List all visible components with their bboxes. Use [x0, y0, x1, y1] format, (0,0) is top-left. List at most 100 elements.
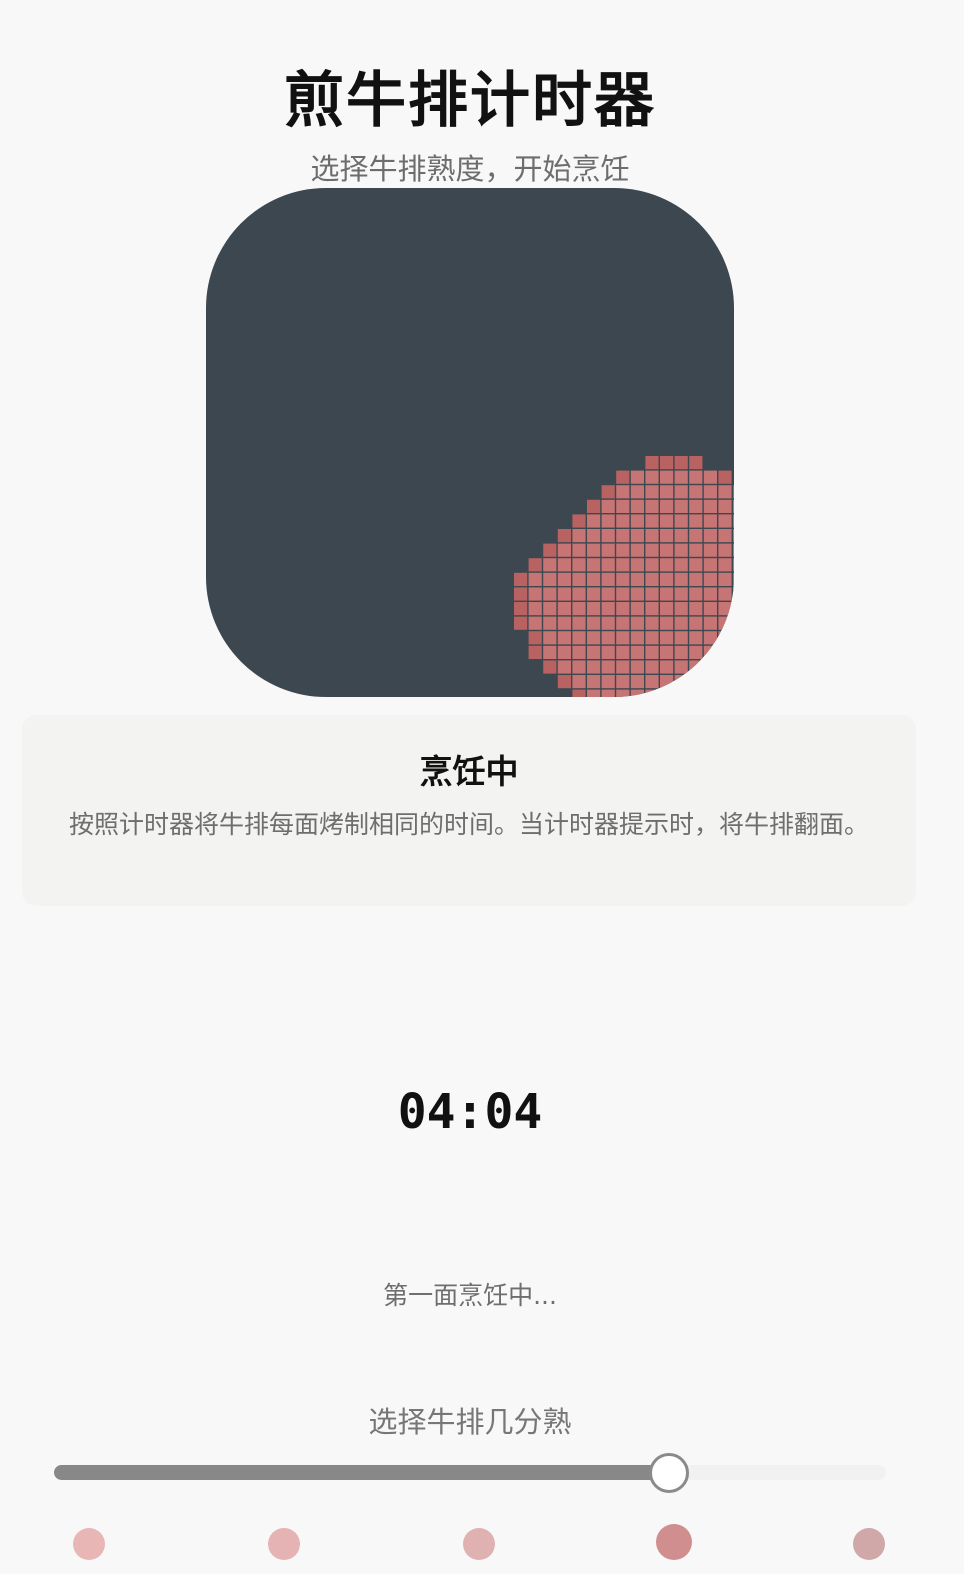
steak-pixel — [616, 514, 630, 528]
doneness-stop-3[interactable] — [463, 1528, 495, 1560]
steak-pixel — [703, 514, 717, 528]
steak-pixel — [543, 660, 557, 674]
steak-pixel — [557, 602, 571, 616]
steak-pixel — [630, 499, 644, 513]
steak-pixel — [689, 689, 703, 697]
steak-pixel — [572, 660, 586, 674]
steak-pixel — [689, 631, 703, 645]
steak-pixel — [601, 572, 615, 586]
steak-pixel — [572, 558, 586, 572]
steak-pixel — [616, 602, 630, 616]
cooking-status: 第一面烹饪中... — [383, 1281, 557, 1310]
steak-pixel — [528, 616, 542, 630]
steak-pixel — [645, 587, 659, 601]
steak-pixel — [616, 558, 630, 572]
steak-pixel — [718, 616, 732, 630]
steak-pixel — [674, 587, 688, 601]
steak-pixel — [630, 631, 644, 645]
steak-pixel — [718, 689, 732, 697]
steak-pixel — [587, 587, 601, 601]
steak-pixel — [557, 529, 571, 543]
steak-pixel — [572, 689, 586, 697]
steak-pixel — [703, 543, 717, 557]
steak-pixel — [514, 572, 528, 586]
steak-pixel — [616, 499, 630, 513]
steak-pixel — [703, 587, 717, 601]
steak-pixel — [660, 587, 674, 601]
steak-pixel — [645, 558, 659, 572]
steak-pixel — [718, 514, 732, 528]
steak-pixel — [601, 675, 615, 689]
steak-pixel — [660, 689, 674, 697]
steak-pixel — [543, 572, 557, 586]
steak-pixel — [616, 587, 630, 601]
steak-pixel — [660, 543, 674, 557]
steak-pixel — [674, 645, 688, 659]
steak-pixel — [557, 631, 571, 645]
steak-pixel — [645, 543, 659, 557]
steak-pixel — [703, 572, 717, 586]
cooking-info-card: 烹饪中 按照计时器将牛排每面烤制相同的时间。当计时器提示时，将牛排翻面。 — [22, 715, 916, 906]
steak-pixel — [718, 572, 732, 586]
steak-pixel — [689, 485, 703, 499]
steak-pixel — [660, 572, 674, 586]
steak-pixel — [587, 631, 601, 645]
steak-pixel — [689, 514, 703, 528]
doneness-stop-1[interactable] — [73, 1528, 105, 1560]
steak-pixel — [733, 660, 734, 674]
steak-pixel — [703, 660, 717, 674]
steak-pixel — [601, 631, 615, 645]
steak-pixel — [528, 572, 542, 586]
steak-pixel — [572, 543, 586, 557]
steak-pixel — [645, 616, 659, 630]
steak-pixel — [543, 631, 557, 645]
steak-pixel — [557, 572, 571, 586]
steak-pixel — [674, 485, 688, 499]
steak-pixel — [733, 499, 734, 513]
doneness-stop-4[interactable] — [656, 1524, 692, 1560]
steak-pixel — [630, 587, 644, 601]
steak-pixel — [660, 631, 674, 645]
steak-pixel — [616, 660, 630, 674]
steak-pixel — [689, 456, 703, 470]
steak-pixel — [703, 631, 717, 645]
steak-pixel — [557, 587, 571, 601]
steak-pixel — [660, 660, 674, 674]
doneness-slider-track[interactable] — [54, 1465, 886, 1480]
steak-pixel — [674, 499, 688, 513]
steak-pixel — [630, 616, 644, 630]
steak-pixel — [616, 543, 630, 557]
steak-pixel — [718, 543, 732, 557]
steak-pixel — [587, 514, 601, 528]
doneness-slider-label: 选择牛排几分熟 — [368, 1405, 572, 1439]
steak-pixel — [587, 558, 601, 572]
steak-pixel — [587, 645, 601, 659]
steak-pixel — [718, 558, 732, 572]
steak-pixel — [733, 485, 734, 499]
steak-pixel — [630, 485, 644, 499]
steak-pixel — [601, 587, 615, 601]
steak-pixel — [718, 587, 732, 601]
steak-pixel — [601, 558, 615, 572]
steak-pixel — [703, 558, 717, 572]
steak-pixel — [674, 543, 688, 557]
doneness-stop-5[interactable] — [853, 1528, 885, 1560]
steak-pixel — [528, 631, 542, 645]
steak-pixel — [689, 543, 703, 557]
steak-pixel — [645, 660, 659, 674]
steak-pixel — [601, 514, 615, 528]
steak-pixel — [674, 514, 688, 528]
steak-pixel — [660, 616, 674, 630]
steak-pixel — [543, 602, 557, 616]
steak-pixel — [528, 587, 542, 601]
steak-pixel — [733, 514, 734, 528]
doneness-stop-2[interactable] — [268, 1528, 300, 1560]
steak-pixel — [587, 602, 601, 616]
steak-pixel — [733, 616, 734, 630]
steak-pixel — [572, 675, 586, 689]
doneness-slider-thumb[interactable] — [649, 1453, 690, 1493]
steak-pixel — [645, 602, 659, 616]
steak-pixel — [528, 645, 542, 659]
steak-pixel — [674, 572, 688, 586]
page-subtitle: 选择牛排熟度，开始烹饪 — [310, 152, 630, 186]
